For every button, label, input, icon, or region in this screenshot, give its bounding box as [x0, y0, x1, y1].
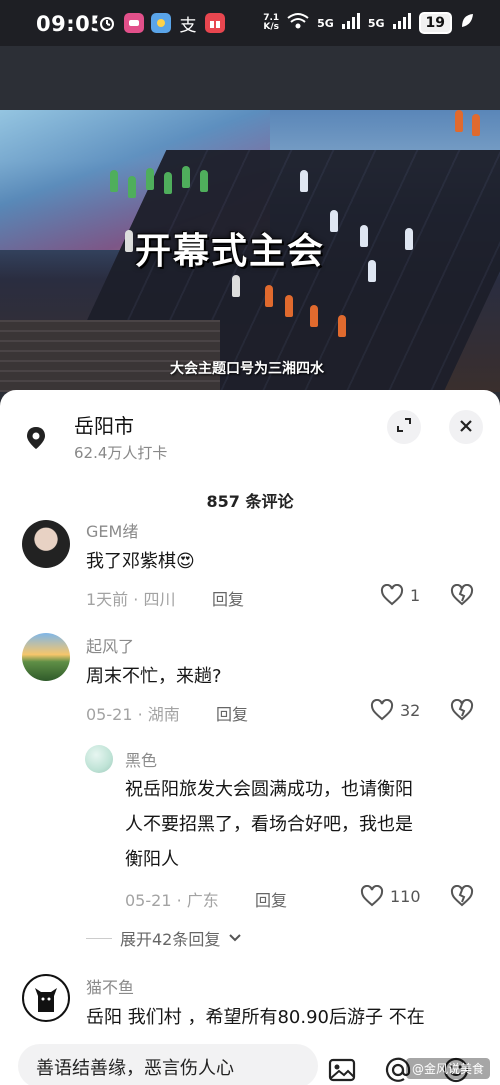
status-right: 7.1 K/s 5G 5G 19: [263, 12, 474, 34]
broken-heart-icon: [450, 884, 474, 907]
comment-text: 我了邓紫棋😍: [86, 551, 195, 572]
reply-button[interactable]: 回复: [212, 586, 244, 610]
like-count: 1: [410, 585, 421, 605]
performer: [146, 168, 154, 190]
gift-icon: [205, 13, 225, 33]
comment-input-placeholder: 善语结善缘，恶言伤人心: [36, 1058, 234, 1079]
performer: [265, 285, 273, 307]
video-title-overlay: 开幕式主会: [135, 230, 326, 272]
reply-button[interactable]: 回复: [255, 887, 287, 911]
video-subtitle-overlay: 大会主题口号为三湘四水: [170, 361, 324, 377]
comment-meta: 05-21 · 湖南: [86, 705, 180, 724]
like-button[interactable]: 110: [360, 885, 421, 907]
like-button[interactable]: 32: [370, 699, 420, 721]
broken-heart-icon: [450, 583, 474, 606]
alipay-icon: 支: [178, 13, 198, 36]
expand-replies-button[interactable]: 展开42条回复: [86, 926, 242, 950]
avatar[interactable]: [85, 745, 113, 773]
performer: [125, 230, 133, 252]
performer: [310, 305, 318, 327]
close-button[interactable]: [449, 410, 483, 444]
location-name[interactable]: 岳阳市: [74, 410, 134, 439]
cat-icon: [35, 988, 57, 1012]
location-checkins: 62.4万人打卡: [74, 444, 168, 462]
comment-sheet: 岳阳市 62.4万人打卡 857 条评论 GEM绪 我了邓紫棋😍 1天前 · 四…: [0, 390, 500, 1085]
location-pin-icon: [24, 426, 48, 450]
performer: [360, 225, 368, 247]
performer: [455, 110, 463, 132]
reply-username[interactable]: 黑色: [125, 747, 157, 771]
comment-text: 周末不忙，来趟?: [86, 666, 222, 687]
network-speed-unit: K/s: [263, 22, 279, 32]
like-count: 110: [390, 886, 421, 906]
signal-icon: [341, 13, 360, 33]
comment-input-bar: 善语结善缘，恶言伤人心 @金风说美食: [0, 1038, 500, 1085]
comment-username[interactable]: GEM绪: [86, 518, 138, 542]
leaf-icon: [460, 13, 474, 33]
broken-heart-icon: [450, 698, 474, 721]
alarm-icon: [97, 13, 117, 33]
performer: [128, 176, 136, 198]
performer: [472, 114, 480, 136]
like-button[interactable]: 1: [380, 584, 420, 606]
heart-icon: [370, 699, 394, 721]
avatar[interactable]: [22, 633, 70, 681]
performer: [285, 295, 293, 317]
performer: [300, 170, 308, 192]
performer: [405, 228, 413, 250]
net1-label: 5G: [317, 16, 334, 30]
expand-replies-label: 展开42条回复: [120, 930, 221, 949]
performer: [164, 172, 172, 194]
expand-icon: [396, 417, 412, 437]
video-player[interactable]: 开幕式主会 大会主题口号为三湘四水: [0, 110, 500, 392]
performer: [338, 315, 346, 337]
close-icon: [459, 418, 473, 437]
status-bar: 09:05 支 7.1 K/s 5G 5G 19: [0, 0, 500, 46]
battery-indicator: 19: [418, 12, 452, 34]
comment-input[interactable]: 善语结善缘，恶言伤人心: [18, 1044, 318, 1085]
weather-icon: [151, 13, 171, 33]
network-speed: 7.1 K/s: [263, 14, 279, 32]
reply-text-line: 人不要招黑了，看场合好吧，我也是: [125, 814, 413, 835]
comment-username[interactable]: 猫不鱼: [86, 974, 134, 998]
reply-text-line: 祝岳阳旅发大会圆满成功，也请衡阳: [125, 779, 413, 800]
comment-username[interactable]: 起风了: [86, 633, 134, 657]
avatar[interactable]: [22, 974, 70, 1022]
performer: [110, 170, 118, 192]
dislike-button[interactable]: [450, 583, 474, 610]
comment-meta: 1天前 · 四川: [86, 590, 176, 609]
notification-icons: 支: [97, 13, 225, 36]
chevron-down-icon: [229, 934, 242, 942]
reply-meta: 05-21 · 广东: [125, 891, 219, 910]
reply-text-line: 衡阳人: [125, 849, 179, 870]
comment-count: 857 条评论: [206, 492, 294, 511]
dislike-button[interactable]: [450, 884, 474, 911]
top-dark-area: [0, 46, 500, 110]
watermark: @金风说美食: [405, 1058, 490, 1079]
performer: [232, 275, 240, 297]
divider: [86, 937, 112, 939]
signal-icon-2: [392, 13, 411, 33]
avatar[interactable]: [22, 520, 70, 568]
heart-icon: [380, 584, 404, 606]
heart-icon: [360, 885, 384, 907]
like-count: 32: [400, 700, 421, 720]
performer: [182, 166, 190, 188]
dislike-button[interactable]: [450, 698, 474, 725]
wifi-icon: [287, 12, 309, 34]
net2-label: 5G: [367, 16, 385, 30]
comment-text: 岳阳 我们村 ，希望所有80.90后游子 不在: [86, 1007, 425, 1028]
stage-stairs-image: [0, 320, 220, 392]
status-time: 09:05: [36, 12, 106, 36]
expand-button[interactable]: [387, 410, 421, 444]
performer: [330, 210, 338, 232]
performer: [368, 260, 376, 282]
reply-button[interactable]: 回复: [216, 701, 248, 725]
performer: [200, 170, 208, 192]
image-icon[interactable]: [328, 1056, 356, 1084]
app-notification-icon: [124, 13, 144, 33]
